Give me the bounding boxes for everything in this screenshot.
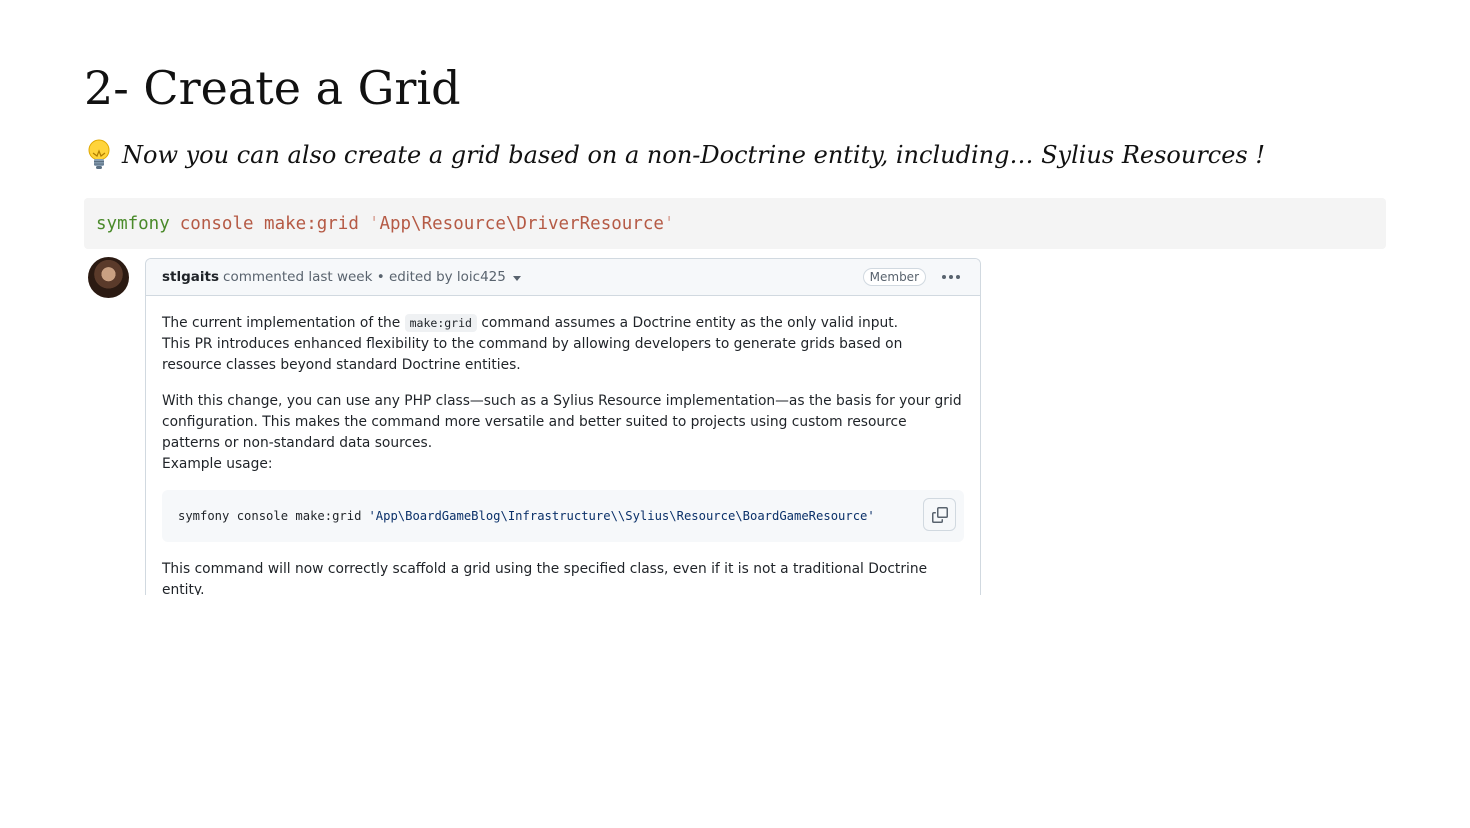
code-argument: 'App\BoardGameBlog\Infrastructure\\Syliu… [368, 508, 875, 523]
comment-header: stlgaits commented last week • edited by… [146, 259, 980, 296]
quote-close: ' [663, 213, 675, 234]
copy-icon [931, 506, 948, 523]
paragraph-intro: The current implementation of the make:g… [162, 313, 964, 376]
comment-card: stlgaits commented last week • edited by… [145, 258, 981, 595]
command-argument: 'App\Resource\DriverResource' [369, 214, 675, 234]
intro-text-line2: This PR introduces enhanced flexibility … [162, 336, 903, 373]
comment-author[interactable]: stlgaits [162, 269, 219, 285]
intro-text: The current implementation of the [162, 315, 401, 331]
member-badge: Member [862, 268, 926, 286]
code-command: symfony console make:grid [178, 508, 362, 523]
command-program: symfony [96, 213, 170, 234]
paragraph-change: With this change, you can use any PHP cl… [162, 391, 964, 475]
intro-text-after: command assumes a Doctrine entity as the… [481, 315, 899, 331]
comment-action: commented last week • edited by loic425 [223, 269, 506, 285]
command-block: symfony console make:grid 'App\Resource\… [84, 198, 1386, 249]
chevron-down-icon [512, 275, 521, 281]
copy-button[interactable] [923, 498, 956, 531]
subtitle-text: Now you can also create a grid based on … [122, 141, 1266, 169]
code-snippet: symfony console make:grid 'App\BoardGame… [162, 490, 964, 542]
change-text: With this change, you can use any PHP cl… [162, 393, 962, 451]
command-argument-value: App\Resource\DriverResource [379, 213, 664, 234]
slide-subtitle: Now you can also create a grid based on … [84, 137, 1265, 173]
slide-title: 2- Create a Grid [84, 61, 461, 115]
lightbulb-icon [88, 139, 110, 169]
example-label: Example usage: [162, 456, 273, 472]
comment-meta[interactable]: commented last week • edited by loic425 [223, 269, 521, 285]
paragraph-result: This command will now correctly scaffold… [162, 561, 928, 595]
quote-open: ' [368, 213, 380, 234]
command-subcommand: console make:grid [179, 213, 359, 234]
comment-body: The current implementation of the make:g… [146, 296, 980, 595]
inline-code: make:grid [404, 314, 477, 332]
avatar[interactable] [88, 257, 129, 298]
kebab-menu-icon[interactable] [938, 271, 964, 283]
